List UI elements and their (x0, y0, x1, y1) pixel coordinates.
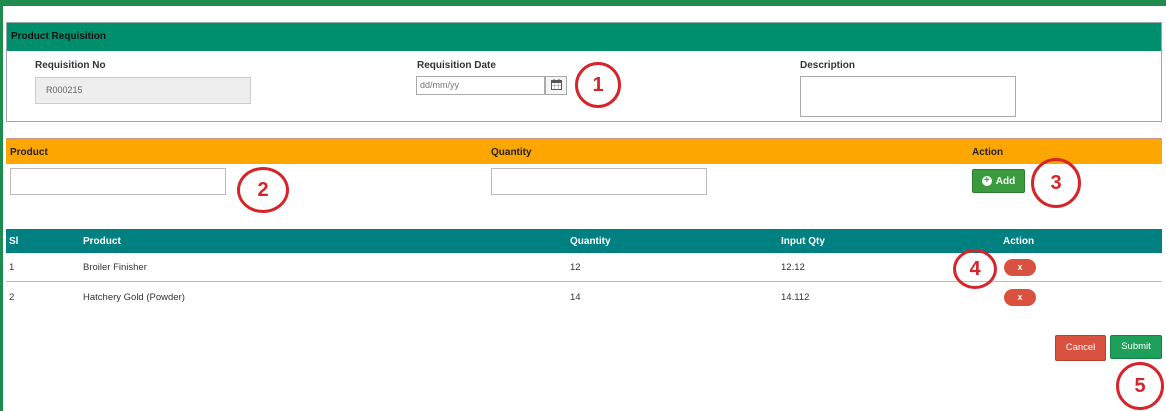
quantity-label: Quantity (491, 147, 532, 158)
product-label: Product (10, 147, 48, 158)
page: Product Requisition Requisition No R0002… (0, 0, 1166, 411)
requisition-date-input[interactable]: dd/mm/yy (416, 76, 545, 95)
add-button-label: Add (995, 175, 1016, 187)
delete-row-button[interactable]: x (1004, 259, 1036, 276)
column-header-action: Action (1003, 236, 1035, 247)
row-product: Broiler Finisher (83, 262, 147, 273)
row-quantity: 12 (570, 262, 581, 273)
callout-5: 5 (1116, 362, 1164, 410)
delete-row-button[interactable]: x (1004, 289, 1036, 306)
row-product: Hatchery Gold (Powder) (83, 292, 185, 303)
action-label: Action (972, 147, 1004, 158)
top-accent-bar (0, 0, 1166, 6)
column-header-sl: Sl (9, 236, 19, 247)
row-input-qty: 12.12 (781, 262, 805, 273)
description-textarea[interactable] (800, 76, 1016, 117)
submit-button[interactable]: Submit (1110, 335, 1162, 359)
cancel-button[interactable]: Cancel (1055, 335, 1106, 361)
table-row: 2 Hatchery Gold (Powder) 14 14.112 x (6, 283, 1162, 312)
callout-3: 3 (1031, 158, 1081, 208)
column-header-quantity: Quantity (570, 236, 611, 247)
requisition-no-label: Requisition No (35, 60, 106, 71)
quantity-input[interactable] (491, 168, 707, 195)
callout-2: 2 (237, 167, 289, 213)
column-header-product: Product (83, 236, 121, 247)
row-sl: 2 (9, 292, 15, 303)
calendar-button[interactable] (545, 76, 567, 95)
requisition-date-label: Requisition Date (417, 60, 496, 71)
add-button[interactable]: + Add (972, 169, 1025, 193)
column-header-input-qty: Input Qty (781, 236, 825, 247)
description-label: Description (800, 60, 856, 71)
entry-header: Product Quantity Action (6, 138, 1162, 164)
row-sl: 1 (9, 262, 15, 273)
row-input-qty: 14.112 (781, 292, 810, 303)
product-input[interactable] (10, 168, 226, 195)
calendar-icon (550, 78, 562, 93)
panel-title: Product Requisition (7, 23, 1161, 51)
callout-4: 4 (953, 249, 997, 289)
left-accent-bar (0, 0, 3, 411)
requisition-no-field: R000215 (35, 77, 251, 104)
plus-circle-icon: + (981, 176, 992, 186)
row-quantity: 14 (570, 292, 581, 303)
callout-1: 1 (575, 62, 621, 108)
table-header: Sl Product Quantity Input Qty Action (6, 229, 1162, 253)
